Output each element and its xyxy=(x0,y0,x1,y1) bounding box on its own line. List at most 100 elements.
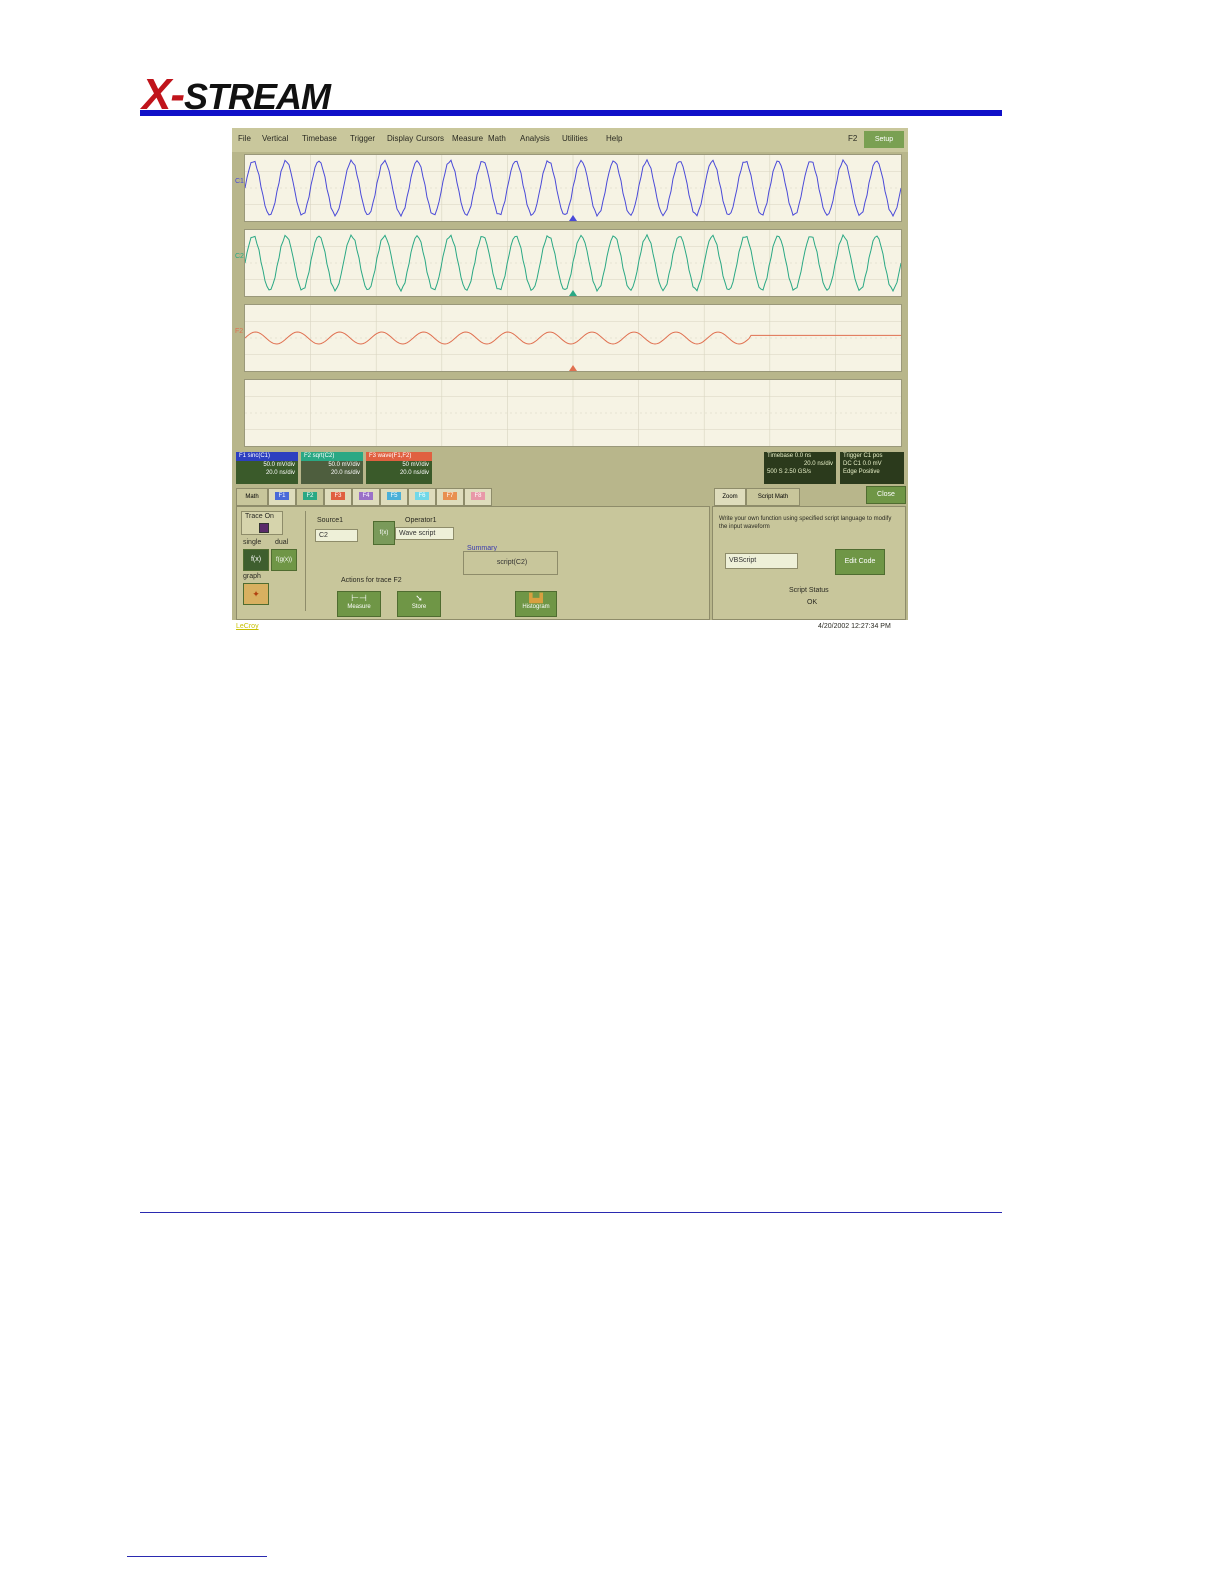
trigger-box[interactable]: Trigger C1 pos DC C1 0.0 mV Edge Positiv… xyxy=(840,452,904,484)
grid-panel-1 xyxy=(244,154,902,222)
source1-label: Source1 xyxy=(317,517,344,524)
histogram-label: Histogram xyxy=(522,604,550,610)
trace-box-line: 20.0 ns/div xyxy=(399,470,429,476)
menu-item-measure[interactable]: Measure xyxy=(452,134,483,143)
tab-f1-chip: F1 xyxy=(275,492,289,501)
footer-short-rule xyxy=(127,1556,267,1557)
menu-trace-indicator: F2 xyxy=(848,134,858,143)
tab-f8[interactable]: F8 xyxy=(464,488,492,506)
tab-f6-chip: F6 xyxy=(415,492,429,501)
tab-math[interactable]: Math xyxy=(236,488,268,506)
trigger-marker xyxy=(569,290,577,296)
single-mode-glyph: f(x) xyxy=(250,556,262,563)
menu-item-analysis[interactable]: Analysis xyxy=(520,134,550,143)
setup-button[interactable]: Setup xyxy=(864,131,904,148)
menu-item-vertical[interactable]: Vertical xyxy=(262,134,288,143)
trace-box-title: F3 wave(F1,F2) xyxy=(366,452,432,461)
close-button[interactable]: Close xyxy=(866,486,906,504)
tab-f4[interactable]: F4 xyxy=(352,488,380,506)
trace-box-line: 50.0 mV/div xyxy=(328,462,360,468)
menu-item-timebase[interactable]: Timebase xyxy=(302,134,337,143)
single-label: single xyxy=(243,539,262,546)
tab-f8-chip: F8 xyxy=(471,492,485,501)
timestamp: 4/20/2002 12:27:34 PM xyxy=(818,623,891,630)
timebase-line: Timebase 0.0 ns xyxy=(767,453,812,459)
trace-box-line: 20.0 ns/div xyxy=(330,470,360,476)
menu-item-help[interactable]: Help xyxy=(606,134,622,143)
trace-box-line: 50.0 mV/div xyxy=(263,462,295,468)
footer-rule xyxy=(140,1212,1002,1213)
operator1-label: Operator1 xyxy=(405,517,437,524)
tab-zoom[interactable]: Zoom xyxy=(714,488,746,506)
tab-f2-chip: F2 xyxy=(303,492,317,501)
trace-box-line: 20.0 ns/div xyxy=(265,470,295,476)
menu-item-file[interactable]: File xyxy=(238,134,251,143)
script-status-value: OK xyxy=(807,599,818,606)
trace-box-f2[interactable]: F2 sqrt(C2) 50.0 mV/div 20.0 ns/div xyxy=(301,452,363,484)
actions-label: Actions for trace F2 xyxy=(341,577,402,584)
menu-item-cursors[interactable]: Cursors xyxy=(416,134,444,143)
menu-item-utilities[interactable]: Utilities xyxy=(562,134,588,143)
dual-mode-glyph: f(g(x)) xyxy=(276,557,292,563)
trigger-marker xyxy=(569,215,577,221)
waveform-4 xyxy=(245,380,901,446)
grid-panel-4 xyxy=(244,379,902,447)
measure-label: Measure xyxy=(347,604,371,610)
script-status-label: Script Status xyxy=(789,587,829,594)
header-rule xyxy=(140,110,1002,116)
trace-label-f2: F2 xyxy=(235,328,244,335)
graph-mode-button[interactable]: ✦ xyxy=(243,583,269,605)
operator-icon-button[interactable]: f(x) xyxy=(373,521,395,545)
trigger-line: Edge Positive xyxy=(843,469,880,475)
xstream-logo: X-STREAM xyxy=(142,70,442,119)
waveform-1 xyxy=(245,155,901,221)
operator1-field[interactable]: Wave script xyxy=(395,527,454,540)
edit-code-button[interactable]: Edit Code xyxy=(835,549,885,575)
dual-label: dual xyxy=(275,539,289,546)
menu-item-trigger[interactable]: Trigger xyxy=(350,134,375,143)
tab-f1[interactable]: F1 xyxy=(268,488,296,506)
trace-box-f3[interactable]: F3 wave(F1,F2) 50 mV/div 20.0 ns/div xyxy=(366,452,432,484)
menu-item-display[interactable]: Display xyxy=(387,134,413,143)
lecroy-link[interactable]: LeCroy xyxy=(236,623,259,630)
oscilloscope-screenshot: File Vertical Timebase Trigger Display Cursor… xyxy=(232,128,908,636)
trigger-line: Trigger C1 pos xyxy=(843,453,883,459)
dialog-divider xyxy=(305,511,306,611)
tab-f3[interactable]: F3 xyxy=(324,488,352,506)
tab-f7[interactable]: F7 xyxy=(436,488,464,506)
store-icon: ➘ xyxy=(415,593,423,603)
measure-icon: ⊢⊣ xyxy=(351,593,367,603)
math-setup-dialog: Trace On single dual f(x) f(g(x)) graph … xyxy=(236,506,710,620)
operator-glyph: f(x) xyxy=(379,530,389,536)
trace-box-f1[interactable]: F1 sinc(C1) 50.0 mV/div 20.0 ns/div xyxy=(236,452,298,484)
trace-box-title: F2 sqrt(C2) xyxy=(301,452,363,461)
graph-icon: ✦ xyxy=(252,589,260,599)
trace-on-checkbox[interactable] xyxy=(259,523,269,533)
source1-field[interactable]: C2 xyxy=(315,529,358,542)
histogram-icon: ▙▟ xyxy=(529,593,543,603)
dual-mode-button[interactable]: f(g(x)) xyxy=(271,549,297,571)
grid-panel-2 xyxy=(244,229,902,297)
tab-f2[interactable]: F2 xyxy=(296,488,324,506)
tab-f3-chip: F3 xyxy=(331,492,345,501)
tab-script-math[interactable]: Script Math xyxy=(746,488,800,506)
menu-item-math[interactable]: Math xyxy=(488,134,506,143)
script-math-dialog: Write your own function using specified … xyxy=(712,506,906,620)
measure-button[interactable]: ⊢⊣ Measure xyxy=(337,591,381,617)
waveform-3 xyxy=(245,305,901,371)
script-language-select[interactable]: VBScript xyxy=(725,553,798,569)
trigger-marker xyxy=(569,365,577,371)
tab-f4-chip: F4 xyxy=(359,492,373,501)
trace-on-label: Trace On xyxy=(245,513,274,520)
waveform-2 xyxy=(245,230,901,296)
store-button[interactable]: ➘ Store xyxy=(397,591,441,617)
histogram-button[interactable]: ▙▟ Histogram xyxy=(515,591,557,617)
timebase-box[interactable]: Timebase 0.0 ns 20.0 ns/div 500 S 2.50 G… xyxy=(764,452,836,484)
status-bar: LeCroy 4/20/2002 12:27:34 PM xyxy=(232,620,908,636)
menu-bar: File Vertical Timebase Trigger Display Cursor… xyxy=(232,128,908,152)
graph-label: graph xyxy=(243,573,261,580)
tab-f6[interactable]: F6 xyxy=(408,488,436,506)
trace-label-c2: C2 xyxy=(235,253,244,260)
single-mode-button[interactable]: f(x) xyxy=(243,549,269,571)
tab-f5[interactable]: F5 xyxy=(380,488,408,506)
